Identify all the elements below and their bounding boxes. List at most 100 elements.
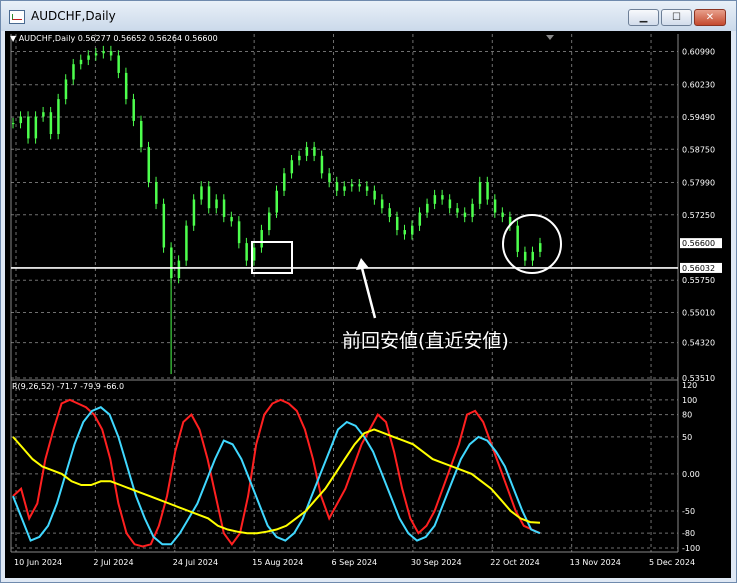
candle-body: [139, 120, 143, 148]
candle-body: [441, 195, 444, 200]
candle-body: [49, 112, 53, 135]
candle-body: [433, 195, 437, 204]
candle-body: [463, 212, 467, 217]
candle-body: [516, 225, 519, 252]
candle-body: [19, 116, 23, 124]
y-tick-label: 0.55750: [682, 276, 715, 285]
candle-body: [102, 51, 105, 54]
candle-body: [192, 199, 196, 226]
x-tick-label: 2 Jul 2024: [93, 558, 133, 567]
candle-body: [147, 147, 151, 183]
candle-body: [373, 190, 376, 200]
candle-body: [350, 184, 354, 187]
candle-body: [162, 203, 166, 248]
candle-body: [501, 212, 504, 217]
candle-body: [34, 116, 38, 139]
indicator-tick-label: 50: [682, 433, 692, 442]
chart-svg: 10 Jun 2024 2 Jul 2024 24 Jul 2024 15 Aug 2…: [10, 34, 722, 567]
candle-body: [155, 182, 158, 204]
scroll-marker-icon: [546, 35, 554, 40]
chart-header-text: ▼ AUDCHF,Daily 0.56277 0.56652 0.56264 0…: [10, 34, 218, 43]
candle-body: [185, 225, 188, 261]
candle-body: [132, 99, 135, 121]
x-tick-label: 24 Jul 2024: [173, 558, 218, 567]
indicator-tick-label: -80: [682, 529, 695, 538]
y-tick-label: 0.57250: [682, 211, 715, 220]
y-tick-label: 0.54320: [682, 339, 715, 348]
red-series-line: [12, 398, 541, 548]
y-tick-label: 0.60990: [682, 48, 715, 57]
candle-body: [313, 147, 316, 156]
x-tick-label: 10 Jun 2024: [14, 558, 62, 567]
candle-body: [471, 203, 474, 217]
candle-body: [320, 155, 324, 174]
x-tick-label: 22 Oct 2024: [490, 558, 539, 567]
candle-body: [275, 190, 278, 213]
indicator-tick-label: 120: [682, 381, 697, 390]
candle-body: [358, 184, 361, 187]
x-tick-label: 5 Dec 2024: [649, 558, 695, 567]
candle-body: [207, 186, 211, 209]
y-tick-label: 0.55010: [682, 309, 715, 318]
candle-body: [79, 59, 83, 65]
candle-body: [388, 208, 391, 217]
indicator-tick-label: 0.00: [682, 470, 700, 479]
candle-body: [57, 99, 60, 135]
candle-body: [493, 199, 497, 213]
candle-body: [72, 64, 75, 80]
candle-body: [335, 182, 339, 191]
y-tick-label: 0.58750: [682, 145, 715, 154]
candle-body: [523, 251, 527, 261]
candle-body: [365, 186, 369, 191]
candle-body: [298, 155, 301, 161]
y-tick-label: 0.59490: [682, 113, 715, 122]
candle-body: [87, 55, 90, 60]
candle-body: [531, 251, 534, 261]
candle-body: [305, 147, 309, 156]
x-tick-label: 15 Aug 2024: [252, 558, 303, 567]
candle-body: [448, 199, 452, 209]
indicator-tick-label: -100: [682, 544, 700, 553]
candle-body: [215, 199, 218, 209]
candle-body: [426, 203, 429, 213]
x-tick-label: 13 Nov 2024: [570, 558, 621, 567]
candle-body: [290, 160, 294, 174]
candle-body: [456, 208, 459, 213]
candle-body: [486, 182, 489, 200]
candle-body: [222, 199, 226, 217]
yellow-series-line: [12, 428, 541, 535]
cyan-series-line: [12, 406, 541, 546]
candle-body: [94, 53, 98, 56]
candle-body: [395, 216, 399, 231]
candle-body: [380, 199, 384, 209]
candle-body: [109, 51, 113, 56]
support-annotation-label: 前回安値(直近安値): [342, 330, 509, 352]
x-tick-label: 30 Sep 2024: [411, 558, 462, 567]
candle-body: [27, 116, 30, 139]
candle-body: [245, 243, 248, 261]
candle-body: [177, 260, 181, 279]
support-price-label: 0.56032: [682, 264, 715, 273]
indicator-header-text: R(9,26,52) -71.7 -79.9 -66.0: [12, 382, 125, 391]
candle-body: [124, 72, 128, 100]
indicator-tick-label: 80: [682, 411, 692, 420]
candle-body: [267, 212, 271, 231]
annotation-arrow-line: [360, 267, 377, 319]
candle-body: [343, 186, 346, 191]
candle-body: [478, 182, 482, 204]
y-tick-label: 0.60230: [682, 81, 715, 90]
candle-body: [117, 55, 120, 73]
candle-body: [42, 112, 45, 117]
candle-body: [411, 225, 414, 235]
candle-body: [260, 230, 263, 248]
candle-body: [252, 247, 256, 261]
candle-body: [539, 243, 542, 252]
candle-body: [328, 173, 331, 183]
candle-body: [230, 216, 233, 222]
candle-body: [237, 221, 241, 244]
indicator-tick-label: 100: [682, 396, 697, 405]
y-tick-label: 0.57990: [682, 178, 715, 187]
indicator-tick-label: -50: [682, 507, 695, 516]
candle-body: [418, 212, 422, 226]
candle-body: [200, 186, 203, 200]
